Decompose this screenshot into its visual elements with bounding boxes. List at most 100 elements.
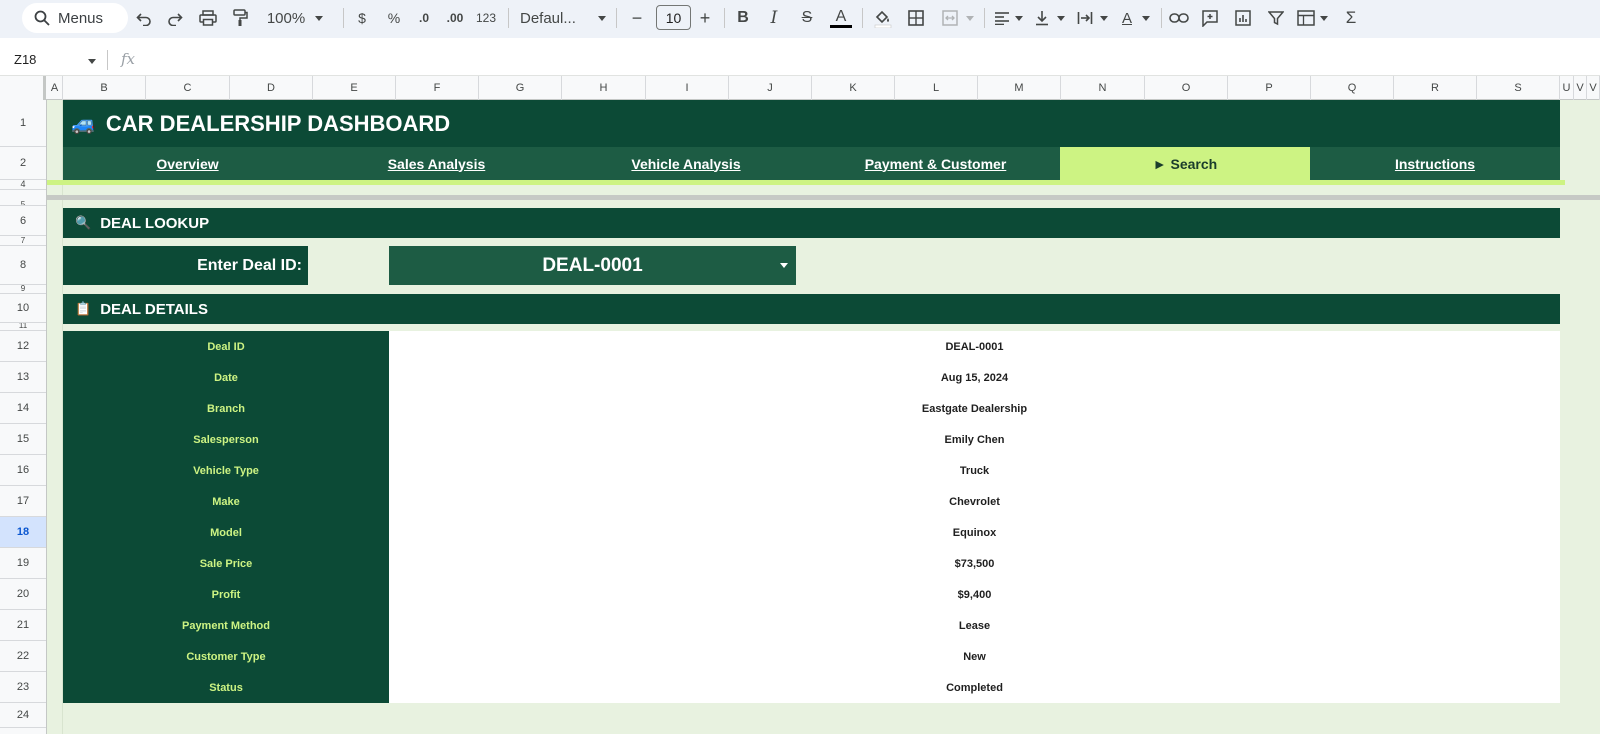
detail-value[interactable]: DEAL-0001 <box>389 331 1560 362</box>
italic-button[interactable]: I <box>767 5 781 31</box>
wrap-caret-icon[interactable] <box>1099 5 1109 31</box>
column-header[interactable]: M <box>978 76 1061 100</box>
borders-icon[interactable] <box>907 5 925 31</box>
column-header[interactable]: H <box>562 76 646 100</box>
column-header[interactable]: Q <box>1311 76 1394 100</box>
nav-tab-vehicle-analysis[interactable]: Vehicle Analysis <box>561 147 811 180</box>
zoom-select[interactable]: 100% <box>266 5 306 31</box>
decrease-decimals-button[interactable]: .0 <box>414 5 434 31</box>
dropdown-caret-icon[interactable] <box>780 263 788 268</box>
row-header[interactable]: 24 <box>0 703 46 728</box>
nav-tab-overview[interactable]: Overview <box>63 147 312 180</box>
row-header-active[interactable]: 18 <box>0 517 46 548</box>
font-family-caret-icon[interactable] <box>597 5 607 31</box>
row-header[interactable]: 6 <box>0 206 46 236</box>
font-size-decrease-button[interactable]: − <box>630 5 644 31</box>
name-box-caret-icon[interactable] <box>88 59 96 64</box>
row-header[interactable]: 22 <box>0 641 46 672</box>
column-header[interactable]: I <box>646 76 729 100</box>
detail-value[interactable]: Lease <box>389 610 1560 641</box>
text-color-button[interactable]: A <box>829 5 853 31</box>
detail-value[interactable]: Truck <box>389 455 1560 486</box>
font-size-input[interactable]: 10 <box>656 5 691 30</box>
filter-icon[interactable] <box>1267 5 1285 31</box>
detail-label[interactable]: Status <box>63 672 389 703</box>
row-header[interactable]: 4 <box>0 180 46 190</box>
detail-label[interactable]: Make <box>63 486 389 517</box>
column-header[interactable]: O <box>1145 76 1228 100</box>
font-size-increase-button[interactable]: + <box>697 5 713 31</box>
redo-icon[interactable] <box>167 5 183 31</box>
row-header[interactable]: 17 <box>0 486 46 517</box>
column-header[interactable]: L <box>895 76 978 100</box>
increase-decimals-button[interactable]: .00 <box>443 5 467 31</box>
functions-button[interactable]: Σ <box>1343 5 1359 31</box>
detail-label[interactable]: Vehicle Type <box>63 455 389 486</box>
row-header[interactable]: 12 <box>0 331 46 362</box>
row-header[interactable]: 7 <box>0 236 46 246</box>
row-header[interactable]: 16 <box>0 455 46 486</box>
undo-icon[interactable] <box>136 5 152 31</box>
column-header[interactable]: V <box>1574 76 1587 100</box>
fill-color-icon[interactable] <box>873 5 893 31</box>
column-header[interactable]: E <box>313 76 396 100</box>
row-header[interactable]: 11 <box>0 323 46 331</box>
detail-label[interactable]: Customer Type <box>63 641 389 672</box>
column-header[interactable]: D <box>230 76 313 100</box>
text-wrap-icon[interactable] <box>1077 5 1093 31</box>
row-header[interactable]: 9 <box>0 285 46 294</box>
percent-format-button[interactable]: % <box>386 5 402 31</box>
row-header[interactable]: 1 <box>0 100 46 147</box>
table-view-icon[interactable] <box>1296 5 1316 31</box>
detail-label[interactable]: Deal ID <box>63 331 389 362</box>
detail-value[interactable]: $9,400 <box>389 579 1560 610</box>
column-header[interactable]: C <box>146 76 230 100</box>
detail-value[interactable]: Equinox <box>389 517 1560 548</box>
row-header[interactable]: 14 <box>0 393 46 424</box>
strikethrough-button[interactable]: S <box>799 5 815 31</box>
row-header[interactable]: 10 <box>0 294 46 323</box>
nav-tab-payment-customer[interactable]: Payment & Customer <box>811 147 1060 180</box>
name-box[interactable]: Z18 <box>14 52 36 67</box>
print-icon[interactable] <box>199 5 217 31</box>
row-header[interactable]: 13 <box>0 362 46 393</box>
row-header[interactable]: 21 <box>0 610 46 641</box>
bold-button[interactable]: B <box>736 5 750 31</box>
merge-caret-icon[interactable] <box>965 5 975 31</box>
select-all-corner[interactable] <box>0 76 46 100</box>
currency-format-button[interactable]: $ <box>355 5 369 31</box>
vertical-align-icon[interactable] <box>1034 5 1050 31</box>
detail-label[interactable]: Model <box>63 517 389 548</box>
nav-tab-sales-analysis[interactable]: Sales Analysis <box>312 147 561 180</box>
sheet-canvas[interactable]: 🚙 CAR DEALERSHIP DASHBOARD Overview Sale… <box>47 100 1600 734</box>
detail-value[interactable]: Emily Chen <box>389 424 1560 455</box>
zoom-caret-icon[interactable] <box>314 5 324 31</box>
column-header[interactable]: J <box>729 76 812 100</box>
table-caret-icon[interactable] <box>1319 5 1329 31</box>
rotation-caret-icon[interactable] <box>1141 5 1151 31</box>
column-header[interactable]: R <box>1394 76 1477 100</box>
detail-label[interactable]: Date <box>63 362 389 393</box>
detail-value[interactable]: Chevrolet <box>389 486 1560 517</box>
number-format-button[interactable]: 123 <box>474 5 498 31</box>
font-family-select[interactable]: Defaul... <box>520 5 580 31</box>
detail-label[interactable]: Branch <box>63 393 389 424</box>
menus-search[interactable]: Menus <box>22 3 128 33</box>
column-header[interactable]: K <box>812 76 895 100</box>
column-header[interactable]: V <box>1587 76 1600 100</box>
detail-label[interactable]: Salesperson <box>63 424 389 455</box>
column-header[interactable]: U <box>1560 76 1574 100</box>
column-header[interactable]: G <box>479 76 562 100</box>
column-header[interactable]: P <box>1228 76 1311 100</box>
detail-value[interactable]: $73,500 <box>389 548 1560 579</box>
detail-value[interactable]: Eastgate Dealership <box>389 393 1560 424</box>
column-header[interactable]: F <box>396 76 479 100</box>
nav-tab-search[interactable]: ► Search <box>1060 147 1310 180</box>
align-caret-icon[interactable] <box>1014 5 1024 31</box>
horizontal-align-icon[interactable] <box>993 5 1011 31</box>
row-header[interactable]: 19 <box>0 548 46 579</box>
row-header[interactable]: 23 <box>0 672 46 703</box>
deal-id-dropdown[interactable]: DEAL-0001 <box>389 246 796 285</box>
row-header[interactable]: 8 <box>0 246 46 285</box>
column-header[interactable]: S <box>1477 76 1560 100</box>
